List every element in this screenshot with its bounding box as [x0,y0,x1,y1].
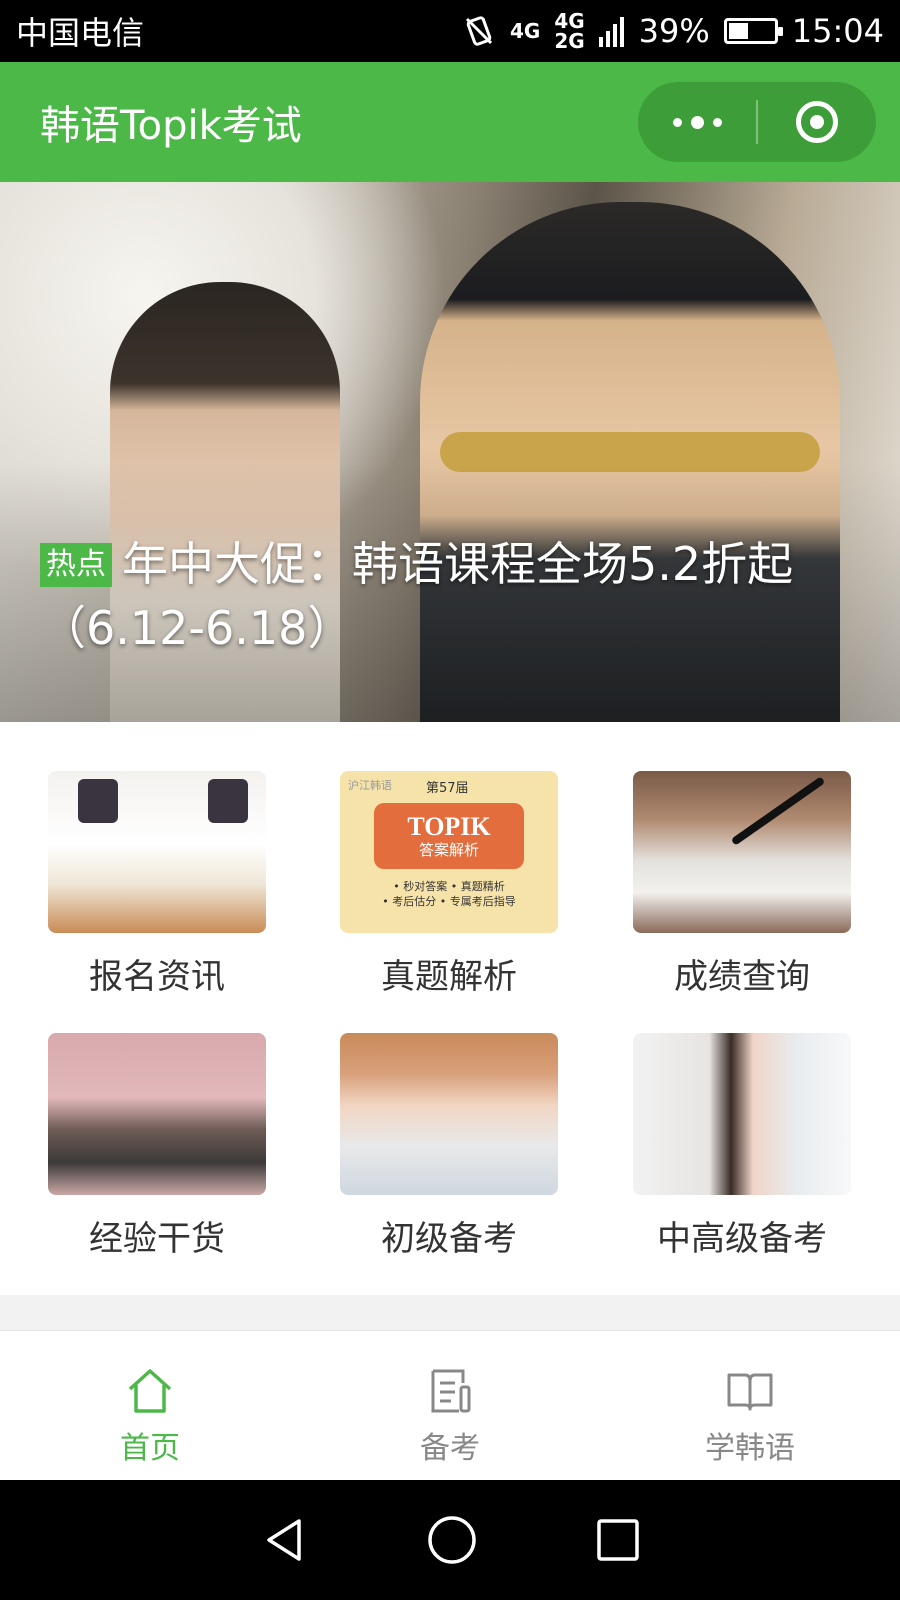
grid-item-past-papers[interactable]: 沪江韩语 第57届 TOPIK 答案解析 • 秒对答案 • 真题精析 • 考后估… [340,771,558,998]
signal-icon [598,17,624,47]
grid-item-label: 中高级备考 [657,1219,827,1259]
vibrate-icon [465,16,493,46]
battery-percent: 39% [638,12,710,50]
grid-item-advanced-prep[interactable]: 中高级备考 [633,1033,851,1260]
tab-bar: 首页 备考 学韩语 [0,1330,900,1480]
promo-banner[interactable]: 热点 年中大促：韩语课程全场5.2折起（6.12-6.18） [0,182,900,722]
close-button[interactable] [758,101,876,143]
mini-program-capsule [638,82,876,162]
grid-item-beginner-prep[interactable]: 初级备考 [340,1033,558,1260]
hot-tag: 热点 [40,543,112,587]
grid-item-registration[interactable]: 报名资讯 [48,771,266,998]
recents-icon[interactable] [595,1517,641,1563]
tab-label: 学韩语 [705,1431,795,1466]
tips-thumbnail [48,1033,266,1195]
grid-item-tips[interactable]: 经验干货 [48,1033,266,1260]
carrier-name: 中国电信 [16,14,145,52]
grid-item-label: 成绩查询 [674,957,810,997]
tab-learn-korean[interactable]: 学韩语 [600,1331,900,1480]
tab-label: 首页 [120,1431,180,1466]
clock: 15:04 [791,12,884,50]
registration-thumbnail [48,771,266,933]
grid-item-score-query[interactable]: 成绩查询 [633,771,851,998]
tab-label: 备考 [420,1431,480,1466]
app-header: 韩语Topik考试 [0,62,900,182]
past-papers-thumbnail: 沪江韩语 第57届 TOPIK 答案解析 • 秒对答案 • 真题精析 • 考后估… [340,771,558,933]
dot-icon [712,117,722,127]
score-query-thumbnail [633,771,851,933]
beginner-prep-thumbnail [340,1033,558,1195]
status-icons: 4G 4G 2G 39% 15:04 [462,11,884,51]
category-grid: 报名资讯 沪江韩语 第57届 TOPIK 答案解析 • 秒对答案 • 真题精析 … [0,722,900,1295]
advanced-prep-thumbnail [633,1033,851,1195]
book-icon [727,1373,773,1411]
notes-icon [431,1369,471,1413]
battery-icon [723,18,783,44]
system-nav-bar [0,1480,900,1600]
grid-item-label: 真题解析 [381,957,517,997]
tab-home[interactable]: 首页 [0,1331,300,1480]
dot-icon [672,117,682,127]
target-icon [796,101,838,143]
topik-ribbon: TOPIK 答案解析 [374,803,524,869]
tab-prep[interactable]: 备考 [300,1331,600,1480]
more-button[interactable] [638,115,756,129]
grid-item-label: 初级备考 [381,1219,517,1259]
home-circle-icon[interactable] [426,1514,478,1566]
status-bar: 中国电信 4G 4G 2G 39% 15:04 [0,0,900,62]
dual-network-type: 4G 2G [554,9,585,53]
back-icon[interactable] [259,1515,309,1565]
grid-item-label: 报名资讯 [89,957,225,997]
network-type: 4G [509,19,541,43]
banner-headline: 热点 年中大促：韩语课程全场5.2折起（6.12-6.18） [40,532,870,660]
grid-item-label: 经验干货 [89,1219,225,1259]
banner-text: 年中大促：韩语课程全场5.2折起（6.12-6.18） [40,537,794,655]
home-icon [128,1369,172,1413]
dot-icon [690,115,704,129]
